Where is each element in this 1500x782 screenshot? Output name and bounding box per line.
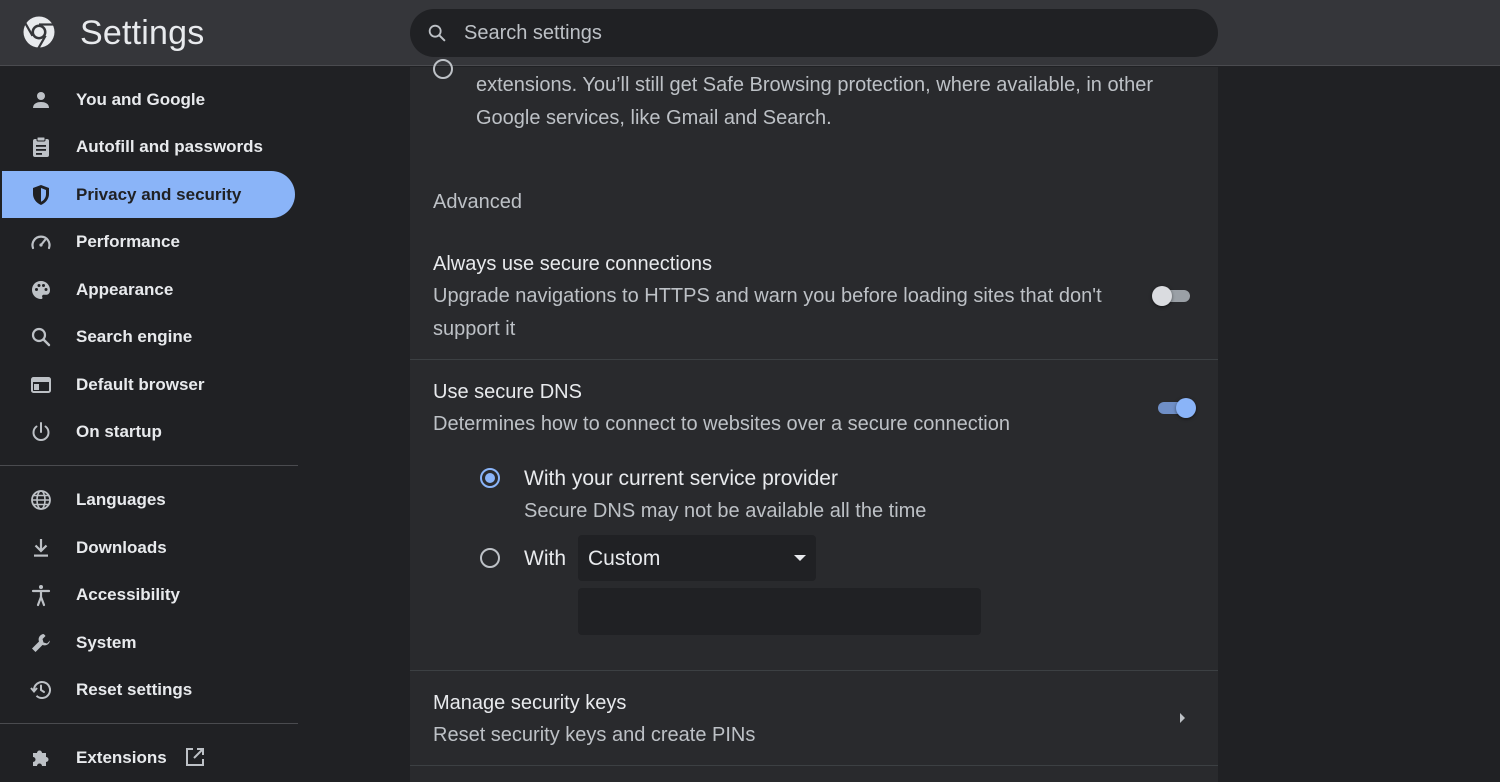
shield-icon (33, 185, 49, 205)
sidebar-nav: You and Google Autofill and passwords Pr… (0, 67, 300, 782)
sidebar-item-label: You and Google (76, 90, 206, 109)
dns-custom-radio[interactable] (480, 548, 500, 568)
sidebar-item-accessibility[interactable]: Accessibility (2, 571, 295, 618)
security-keys-title: Manage security keys (433, 692, 627, 714)
sidebar-item-label: Accessibility (76, 585, 180, 604)
sidebar-item-label: Reset settings (76, 680, 193, 699)
search-box[interactable] (410, 9, 1218, 57)
privacy-settings-card: extensions. You’ll still get Safe Browsi… (410, 59, 1218, 782)
sidebar-item-label: Downloads (76, 538, 167, 557)
sidebar-item-label: Performance (76, 232, 180, 251)
sidebar-item-autofill[interactable]: Autofill and passwords (2, 123, 295, 170)
sidebar-item-label: Privacy and security (76, 185, 242, 204)
sidebar-divider (0, 723, 298, 724)
app-header: Settings (0, 0, 1500, 66)
sidebar-item-default-browser[interactable]: Default browser (2, 361, 295, 408)
sidebar-item-performance[interactable]: Performance (2, 218, 295, 265)
history-icon (30, 681, 51, 699)
https-first-description: Upgrade navigations to HTTPS and warn yo… (433, 285, 1102, 340)
search-icon (428, 24, 446, 42)
sidebar-divider (0, 465, 298, 466)
sidebar-item-system[interactable]: System (2, 619, 295, 666)
dns-current-provider-sublabel: Secure DNS may not be available all the … (524, 500, 927, 522)
puzzle-icon (33, 750, 49, 766)
sidebar-item-label: Search engine (76, 327, 193, 346)
chevron-right-icon (1180, 713, 1185, 723)
custom-dns-url-input[interactable] (578, 588, 981, 635)
globe-icon (31, 490, 51, 510)
person-icon (33, 92, 49, 108)
sidebar-item-label: Appearance (76, 280, 174, 299)
search-input[interactable] (464, 9, 1164, 57)
sidebar-item-label: System (76, 633, 137, 652)
safe-browsing-no-protection-radio[interactable] (433, 59, 453, 79)
dns-current-provider-label[interactable]: With your current service provider (524, 467, 838, 491)
sidebar-item-label: On startup (76, 422, 162, 441)
browser-window-icon (31, 377, 51, 393)
secure-dns-title: Use secure DNS (433, 381, 582, 403)
dns-provider-select[interactable]: Custom (578, 535, 816, 581)
dns-current-provider-radio[interactable] (480, 468, 500, 488)
download-icon (34, 539, 48, 557)
dns-custom-label[interactable]: With (524, 547, 566, 571)
sidebar-item-on-startup[interactable]: On startup (2, 408, 295, 455)
sidebar-item-label: Languages (76, 490, 166, 509)
toggle-knob (1152, 286, 1172, 306)
sidebar-item-privacy-and-security[interactable]: Privacy and security (2, 171, 295, 218)
advanced-section-title: Advanced (433, 191, 522, 213)
sidebar-item-appearance[interactable]: Appearance (2, 266, 295, 313)
clipboard-icon (33, 136, 49, 157)
speedometer-icon (31, 235, 51, 250)
dns-provider-select-value: Custom (588, 547, 661, 570)
search-icon (31, 327, 51, 347)
https-first-toggle[interactable] (1152, 285, 1192, 307)
sidebar-item-reset-settings[interactable]: Reset settings (2, 666, 295, 713)
palette-icon (32, 281, 50, 299)
sidebar-item-label: Autofill and passwords (76, 137, 264, 156)
app-title: Settings (80, 14, 205, 52)
sidebar-item-label: Default browser (76, 375, 205, 394)
sidebar-item-label: Extensions (76, 748, 167, 767)
sidebar-item-search-engine[interactable]: Search engine (2, 313, 295, 360)
row-divider (410, 359, 1218, 360)
power-icon (32, 422, 50, 441)
safe-browsing-option-description: extensions. You’ll still get Safe Browsi… (476, 74, 1154, 129)
sidebar-item-downloads[interactable]: Downloads (2, 524, 295, 571)
wrench-icon (32, 634, 50, 652)
secure-dns-description: Determines how to connect to websites ov… (433, 413, 1010, 435)
accessibility-icon (31, 585, 51, 607)
sidebar-item-languages[interactable]: Languages (2, 476, 295, 523)
dropdown-arrow-icon (794, 555, 806, 561)
https-first-title: Always use secure connections (433, 253, 713, 275)
row-divider (410, 765, 1218, 766)
sidebar-item-extensions[interactable]: Extensions (2, 734, 295, 781)
open-in-new-icon (186, 748, 204, 766)
security-keys-description: Reset security keys and create PINs (433, 724, 756, 746)
sidebar-item-you-and-google[interactable]: You and Google (2, 76, 295, 123)
chrome-logo-icon (23, 16, 55, 49)
toggle-knob (1176, 398, 1196, 418)
secure-dns-toggle[interactable] (1156, 397, 1196, 419)
